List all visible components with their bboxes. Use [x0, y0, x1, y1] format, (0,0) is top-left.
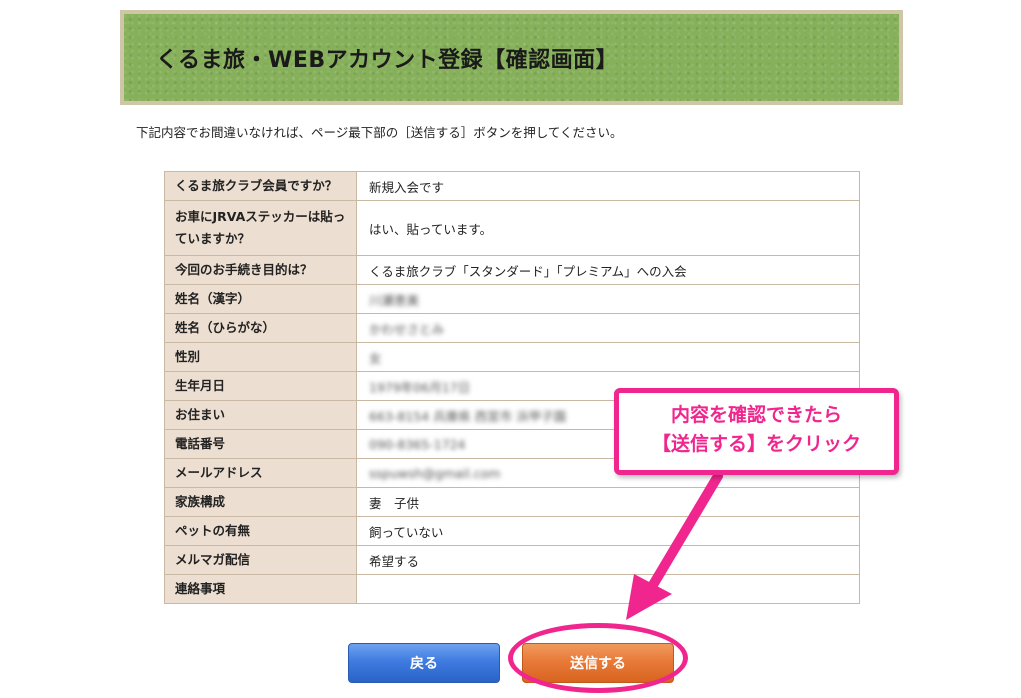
- row-value-phone: 090-8365-1724: [369, 436, 466, 452]
- table-row: メルマガ配信 希望する: [164, 545, 860, 575]
- row-value-pet: 飼っていない: [356, 516, 860, 546]
- row-label-address: お住まい: [164, 400, 357, 430]
- row-label-email: メールアドレス: [164, 458, 357, 488]
- row-value-purpose: くるま旅クラブ「スタンダード」「プレミアム」への入会: [356, 255, 860, 285]
- row-value-name-kanji: 川瀬恵美: [369, 292, 420, 308]
- row-value-email: sspuwsh@gmail.com: [369, 465, 501, 481]
- row-value-member: 新規入会です: [356, 171, 860, 201]
- row-label-purpose: 今回のお手続き目的は？: [164, 255, 357, 285]
- row-value-name-hiragana: かわせさとみ: [369, 321, 445, 337]
- header-banner: くるま旅・WEBアカウント登録【確認画面】: [120, 10, 903, 105]
- table-row: 姓名（ひらがな） かわせさとみ: [164, 313, 860, 343]
- row-label-gender: 性別: [164, 342, 357, 372]
- table-row: ペットの有無 飼っていない: [164, 516, 860, 546]
- row-label-member: くるま旅クラブ会員ですか？: [164, 171, 357, 201]
- row-label-pet: ペットの有無: [164, 516, 357, 546]
- table-row: 家族構成 妻 子供: [164, 487, 860, 517]
- table-row: くるま旅クラブ会員ですか？ 新規入会です: [164, 171, 860, 201]
- row-value-address: 663-8154 兵庫県 西宮市 浜甲子園: [369, 408, 567, 424]
- row-label-name-hiragana: 姓名（ひらがな）: [164, 313, 357, 343]
- row-value-notes: [356, 574, 860, 604]
- submit-button[interactable]: 送信する: [522, 643, 674, 683]
- row-value-family: 妻 子供: [356, 487, 860, 517]
- row-value-sticker: はい、貼っています。: [356, 200, 860, 256]
- back-button[interactable]: 戻る: [348, 643, 500, 683]
- annotation-callout: 内容を確認できたら 【送信する】をクリック: [614, 388, 899, 475]
- row-label-family: 家族構成: [164, 487, 357, 517]
- page-title: くるま旅・WEBアカウント登録【確認画面】: [156, 48, 619, 73]
- row-label-newsletter: メルマガ配信: [164, 545, 357, 575]
- row-label-sticker: お車にJRVAステッカーは貼っていますか？: [164, 200, 357, 256]
- table-row: 性別 女: [164, 342, 860, 372]
- row-label-name-kanji: 姓名（漢字）: [164, 284, 357, 314]
- table-row: お車にJRVAステッカーは貼っていますか？ はい、貼っています。: [164, 200, 860, 256]
- callout-line-1: 内容を確認できたら: [670, 404, 842, 426]
- row-label-birthdate: 生年月日: [164, 371, 357, 401]
- instruction-text: 下記内容でお間違いなければ、ページ最下部の［送信する］ボタンを押してください。: [136, 125, 623, 140]
- row-value-gender: 女: [369, 350, 382, 366]
- table-row: 連絡事項: [164, 574, 860, 604]
- row-value-birthdate: 1979年06月17日: [369, 379, 471, 395]
- table-row: 今回のお手続き目的は？ くるま旅クラブ「スタンダード」「プレミアム」への入会: [164, 255, 860, 285]
- row-label-phone: 電話番号: [164, 429, 357, 459]
- row-label-notes: 連絡事項: [164, 574, 357, 604]
- row-value-newsletter: 希望する: [356, 545, 860, 575]
- callout-line-2: 【送信する】をクリック: [651, 433, 861, 455]
- table-row: 姓名（漢字） 川瀬恵美: [164, 284, 860, 314]
